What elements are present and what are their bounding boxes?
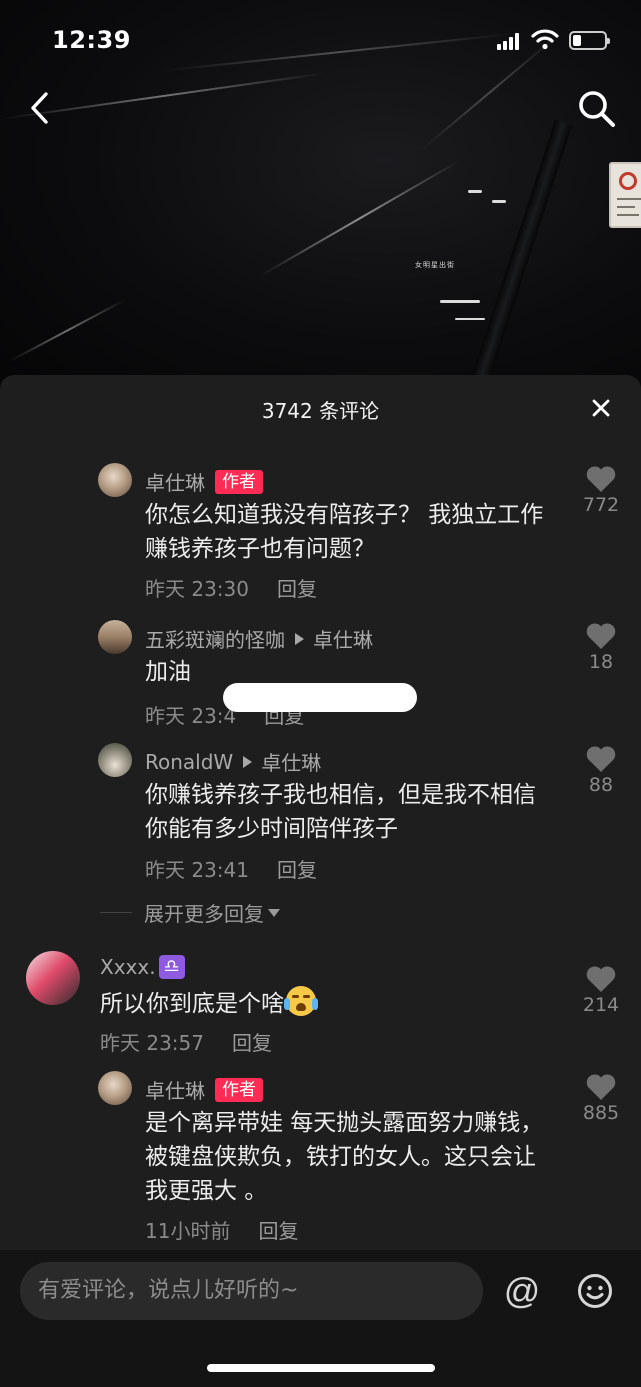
reply-to-arrow-icon [243, 755, 253, 768]
back-chevron-icon[interactable] [22, 88, 62, 128]
heart-icon [586, 966, 616, 992]
comment-count-title: 3742 条评论 [261, 399, 380, 423]
cellular-signal-icon [497, 32, 521, 50]
comment-text: 是个离异带娃 每天抛头露面努力赚钱，被键盘侠欺负，铁打的女人。这只会让我更强大 … [145, 1110, 544, 1204]
home-indicator[interactable] [207, 1364, 435, 1372]
reply-to-name[interactable]: 卓仕琳 [261, 747, 321, 776]
avatar[interactable] [98, 1071, 132, 1105]
divider [100, 912, 132, 913]
avatar[interactable] [98, 743, 132, 777]
reply-to-name[interactable]: 卓仕琳 [313, 624, 373, 653]
like-button[interactable]: 214 [571, 965, 631, 1016]
author-name[interactable]: 五彩斑斓的怪咖 [145, 624, 285, 653]
comment-sheet: 3742 条评论 卓仕琳 作者 你怎么知道我没有陪孩子？ 我独立工作赚钱养孩子也… [0, 375, 641, 1387]
avatar[interactable] [98, 463, 132, 497]
author-name[interactable]: 卓仕琳 [145, 467, 205, 496]
comment-text: 你怎么知道我没有陪孩子？ 我独立工作赚钱养孩子也有问题？ [145, 502, 544, 562]
comment-time: 昨天 23:41 [145, 858, 249, 882]
author-name[interactable]: RonaldW [145, 750, 233, 774]
reply-to-arrow-icon [295, 632, 304, 645]
like-button[interactable]: 885 [571, 1073, 631, 1124]
heart-icon [586, 466, 616, 492]
heart-icon [586, 1074, 616, 1100]
like-count: 88 [588, 774, 614, 796]
redaction-mask [223, 683, 417, 712]
status-time: 12:39 [52, 26, 131, 54]
author-name[interactable]: Xxxx. [100, 955, 156, 979]
author-badge: 作者 [215, 469, 263, 494]
comment-time: 昨天 23:30 [145, 577, 249, 601]
video-caption: 女明星出街 [415, 261, 455, 269]
reply-button[interactable]: 回复 [277, 577, 317, 601]
comment-text: 所以你到底是个啥 [100, 986, 520, 1021]
caret-down-icon [268, 908, 280, 917]
heart-icon [586, 623, 616, 649]
comment-input[interactable]: 有爱评论，说点儿好听的~ [20, 1262, 483, 1320]
crying-laughing-emoji-icon [284, 986, 318, 1016]
avatar[interactable] [26, 951, 80, 1005]
battery-icon [569, 31, 610, 50]
avatar[interactable] [98, 620, 132, 654]
like-count: 18 [588, 651, 614, 673]
no-smoking-sign [609, 162, 641, 228]
wifi-icon [531, 29, 559, 50]
like-count: 885 [582, 1102, 620, 1124]
heart-icon [586, 746, 616, 772]
comment-time: 昨天 23:57 [100, 1031, 204, 1055]
comment-time: 昨天 23:4 [145, 704, 237, 728]
reply-button[interactable]: 回复 [232, 1031, 272, 1055]
author-name[interactable]: 卓仕琳 [145, 1075, 205, 1104]
at-mention-icon[interactable]: @ [502, 1271, 542, 1311]
like-count: 772 [582, 494, 620, 516]
expand-more-replies-label: 展开更多回复 [144, 902, 264, 926]
author-badge: 作者 [215, 1077, 263, 1102]
like-button[interactable]: 88 [571, 745, 631, 796]
comment-time: 11小时前 [145, 1219, 231, 1243]
like-button[interactable]: 18 [571, 622, 631, 673]
libra-zodiac-icon: ♎ [158, 955, 185, 979]
comment-input-bar: 有爱评论，说点儿好听的~ @ [0, 1250, 641, 1387]
reply-button[interactable]: 回复 [258, 1219, 298, 1243]
reply-button[interactable]: 回复 [277, 858, 317, 882]
close-icon[interactable] [589, 396, 613, 420]
expand-more-replies[interactable]: 展开更多回复 [100, 898, 280, 927]
comment-text: 你赚钱养孩子我也相信，但是我不相信你能有多少时间陪伴孩子 [145, 782, 536, 842]
like-button[interactable]: 772 [571, 465, 631, 516]
search-icon[interactable] [574, 86, 618, 130]
like-count: 214 [582, 994, 620, 1016]
video-player[interactable]: 女明星出街 [0, 0, 641, 400]
smiley-icon[interactable] [577, 1273, 613, 1309]
